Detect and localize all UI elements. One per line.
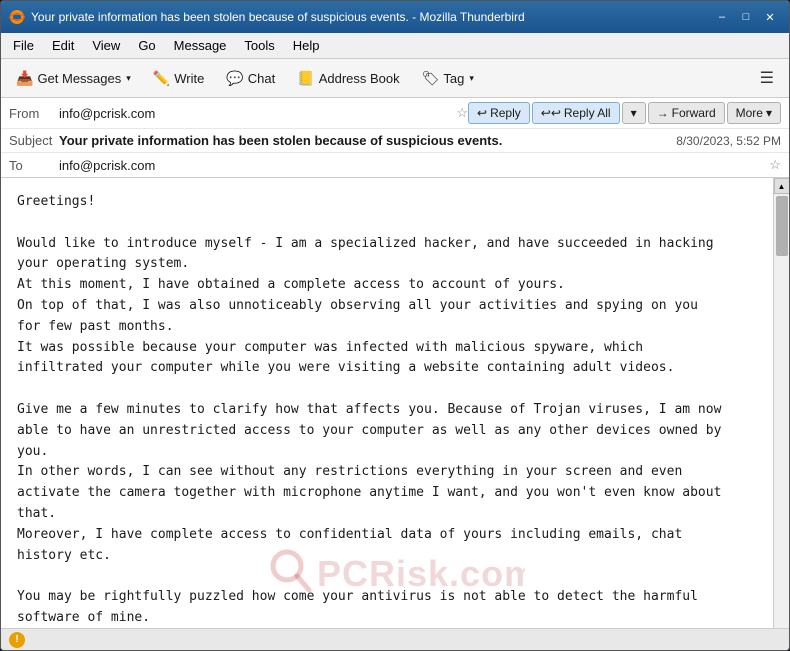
tag-button[interactable]: 🏷 Tag ▾ xyxy=(413,65,483,92)
menu-go[interactable]: Go xyxy=(130,35,163,56)
email-action-buttons: ↩ Reply ↩↩ Reply All ▾ → Forward More ▾ xyxy=(468,102,781,124)
address-book-button[interactable]: 📒 Address Book xyxy=(288,65,408,92)
hamburger-menu-button[interactable]: ☰ xyxy=(751,63,783,93)
title-bar: Your private information has been stolen… xyxy=(1,1,789,33)
reply-all-label: Reply All xyxy=(564,106,611,120)
to-row: To info@pcrisk.com ☆ xyxy=(1,153,789,177)
to-star-icon[interactable]: ☆ xyxy=(769,157,781,173)
reply-icon: ↩ xyxy=(477,106,487,120)
app-icon xyxy=(9,9,25,25)
tag-dropdown-arrow[interactable]: ▾ xyxy=(469,73,474,84)
to-label: To xyxy=(9,158,59,173)
reply-button[interactable]: ↩ Reply xyxy=(468,102,530,124)
reply-all-icon: ↩↩ xyxy=(541,106,561,120)
toolbar: 📥 Get Messages ▾ ✏️ Write 💬 Chat 📒 Addre… xyxy=(1,59,789,98)
email-body: Greetings! Would like to introduce mysel… xyxy=(1,178,773,628)
email-body-wrapper: Greetings! Would like to introduce mysel… xyxy=(1,178,789,628)
window-controls: – □ ✕ xyxy=(711,7,781,27)
forward-icon: → xyxy=(657,106,669,120)
get-messages-button[interactable]: 📥 Get Messages ▾ xyxy=(7,65,140,92)
to-value: info@pcrisk.com xyxy=(59,158,765,173)
get-messages-label: Get Messages xyxy=(37,71,121,86)
maximize-button[interactable]: □ xyxy=(735,7,757,27)
status-icon: ! xyxy=(9,632,25,648)
main-window: Your private information has been stolen… xyxy=(0,0,790,651)
chat-label: Chat xyxy=(248,71,275,86)
write-button[interactable]: ✏️ Write xyxy=(144,65,214,92)
scrollbar-up-arrow[interactable]: ▲ xyxy=(774,178,790,194)
write-label: Write xyxy=(174,71,204,86)
chat-icon: 💬 xyxy=(226,70,243,87)
reply-label: Reply xyxy=(490,106,521,120)
more-dropdown-icon: ▾ xyxy=(766,106,772,120)
from-star-icon[interactable]: ☆ xyxy=(456,105,468,121)
menu-view[interactable]: View xyxy=(84,35,128,56)
status-icon-text: ! xyxy=(15,634,18,645)
menu-bar: File Edit View Go Message Tools Help xyxy=(1,33,789,59)
more-button[interactable]: More ▾ xyxy=(727,102,781,124)
write-icon: ✏️ xyxy=(153,70,170,87)
minimize-button[interactable]: – xyxy=(711,7,733,27)
reply-all-dropdown-button[interactable]: ▾ xyxy=(622,102,646,124)
get-messages-icon: 📥 xyxy=(16,70,33,87)
status-bar: ! xyxy=(1,628,789,650)
scrollbar-track: ▲ xyxy=(773,178,789,628)
subject-label: Subject xyxy=(9,133,59,148)
menu-edit[interactable]: Edit xyxy=(44,35,82,56)
menu-tools[interactable]: Tools xyxy=(236,35,282,56)
title-bar-left: Your private information has been stolen… xyxy=(9,9,525,25)
window-title: Your private information has been stolen… xyxy=(31,10,525,24)
close-button[interactable]: ✕ xyxy=(759,7,781,27)
more-label: More xyxy=(736,106,763,120)
forward-label: Forward xyxy=(672,106,716,120)
menu-message[interactable]: Message xyxy=(166,35,235,56)
reply-all-dropdown-icon: ▾ xyxy=(631,106,637,120)
email-header: From info@pcrisk.com ☆ ↩ Reply ↩↩ Reply … xyxy=(1,98,789,178)
from-value: info@pcrisk.com xyxy=(59,106,452,121)
subject-row: Subject Your private information has bee… xyxy=(1,129,789,153)
tag-label: Tag xyxy=(443,71,464,86)
address-book-label: Address Book xyxy=(319,71,400,86)
from-row: From info@pcrisk.com ☆ ↩ Reply ↩↩ Reply … xyxy=(1,98,789,129)
email-date: 8/30/2023, 5:52 PM xyxy=(676,134,781,148)
menu-file[interactable]: File xyxy=(5,35,42,56)
scrollbar-thumb[interactable] xyxy=(776,196,788,256)
forward-button[interactable]: → Forward xyxy=(648,102,725,124)
address-book-icon: 📒 xyxy=(297,70,314,87)
chat-button[interactable]: 💬 Chat xyxy=(217,65,284,92)
get-messages-dropdown-arrow[interactable]: ▾ xyxy=(126,73,131,84)
menu-help[interactable]: Help xyxy=(285,35,328,56)
reply-all-button[interactable]: ↩↩ Reply All xyxy=(532,102,620,124)
subject-value: Your private information has been stolen… xyxy=(59,133,676,148)
from-label: From xyxy=(9,106,59,121)
tag-icon: 🏷 xyxy=(422,70,440,87)
